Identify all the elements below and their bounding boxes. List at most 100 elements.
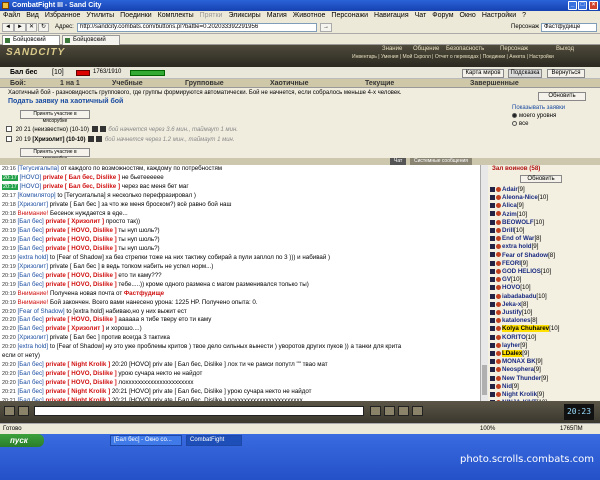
menu-item[interactable]: Магия — [267, 12, 287, 19]
private-icon[interactable] — [490, 260, 495, 266]
tab-chat[interactable]: Чат — [390, 158, 407, 165]
private-icon[interactable] — [490, 285, 495, 291]
menu-item[interactable]: Избранное — [45, 12, 80, 19]
player-item[interactable]: Azim[10] — [488, 211, 600, 219]
private-icon[interactable] — [490, 326, 495, 332]
address-input[interactable]: http://sandcity.combats.com/buttons.pl?b… — [77, 23, 317, 32]
settings-icon[interactable] — [412, 406, 423, 416]
chat-sender[interactable]: [Хризолит] — [18, 334, 48, 341]
private-icon[interactable] — [490, 244, 495, 250]
chat-time[interactable]: 20:20 — [2, 335, 16, 341]
chat-time[interactable]: 20:20 — [2, 371, 16, 377]
player-item[interactable]: iabadabadu[10] — [488, 293, 600, 301]
chat-private-tag[interactable]: private [ HOVO, Dislike ] — [44, 227, 117, 234]
player-name[interactable]: Kolya Chuharev — [502, 325, 550, 333]
player-item[interactable]: Kolya Chuharev[10] — [488, 325, 600, 333]
chat-sender[interactable]: [Бал бес] — [18, 316, 44, 323]
player-name[interactable]: Azim — [502, 211, 517, 218]
return-button[interactable]: Вернуться — [547, 69, 585, 78]
chat-time[interactable]: 20:19 — [2, 228, 16, 234]
player-item[interactable]: Adair[9] — [488, 186, 600, 194]
request-checkbox[interactable] — [6, 126, 12, 133]
player-name[interactable]: katalones — [502, 317, 531, 324]
menu-item[interactable]: Утилиты — [86, 12, 114, 19]
private-icon[interactable] — [490, 318, 495, 324]
player-name[interactable]: iabadabadu — [502, 293, 536, 300]
chat-sender[interactable]: [Бал бес] — [18, 236, 44, 243]
chat-time[interactable]: 20:21 — [2, 389, 16, 395]
chat-time[interactable]: 20:20 — [2, 317, 16, 323]
private-icon[interactable] — [490, 268, 495, 274]
chat-time[interactable]: 20:18 — [2, 211, 16, 217]
nav-character[interactable]: Персонаж — [500, 46, 528, 52]
tab-system-messages[interactable]: Системные сообщения — [410, 158, 472, 165]
chat-private-tag[interactable]: private [ Night Krolik ] — [44, 388, 111, 395]
chat-sender[interactable]: [Хризолит] — [18, 201, 48, 208]
menu-item[interactable]: Комплекты — [158, 12, 194, 19]
player-item[interactable]: Jeka-x[8] — [488, 301, 600, 309]
tab-group[interactable]: Групповые — [185, 79, 224, 88]
tab-current[interactable]: Текущие — [365, 79, 394, 88]
chat-sender[interactable]: [Бал бес] — [18, 379, 44, 386]
private-icon[interactable] — [490, 203, 495, 209]
chat-time[interactable]: 20:20 — [2, 380, 16, 386]
player-item[interactable]: GV[10] — [488, 276, 600, 284]
chat-time[interactable]: 20:19 — [2, 282, 16, 288]
chat-sender[interactable]: [Бал бес] — [18, 218, 44, 225]
chat-private-tag[interactable]: private [ HOVO, Dislike ] — [44, 281, 117, 288]
private-icon[interactable] — [490, 219, 495, 225]
nav-knowledge[interactable]: Знание — [382, 46, 402, 52]
chat-private-tag[interactable]: private [ HOVO, Dislike ] — [44, 236, 117, 243]
menu-item[interactable]: ? — [522, 12, 526, 19]
chat-private-tag[interactable]: private [ HOVO, Dislike ] — [44, 379, 117, 386]
world-map-button[interactable]: Карта миров — [462, 69, 504, 78]
chat-time[interactable]: 20:17 — [2, 174, 18, 181]
player-item[interactable]: layher[9] — [488, 342, 600, 350]
request-checkbox[interactable] — [6, 136, 12, 143]
chat-private-tag[interactable]: private [ HOVO, Dislike ] — [44, 316, 117, 323]
private-icon[interactable] — [490, 309, 495, 315]
private-icon[interactable] — [490, 252, 495, 258]
player-name[interactable]: Nid — [502, 383, 512, 390]
browser-tab-1[interactable]: Бойцовский клуб — [2, 35, 60, 52]
private-icon[interactable] — [490, 277, 495, 283]
refresh-browser-button[interactable]: ↻ — [38, 23, 50, 32]
chat-private-tag[interactable]: private [ Хризолит ] — [44, 325, 105, 332]
chat-time[interactable]: 20:19 — [2, 264, 16, 270]
player-name[interactable]: Alica — [502, 202, 517, 209]
menu-item[interactable]: Прятки — [200, 12, 223, 19]
join-chaos-button-bottom[interactable]: Принять участие в мясорубке — [20, 148, 90, 162]
nav-security[interactable]: Безопасность — [446, 46, 484, 52]
chat-time[interactable]: 20:18 — [2, 219, 16, 225]
player-item[interactable]: Justify[10] — [488, 309, 600, 317]
player-item[interactable]: New Thunder[9] — [488, 375, 600, 383]
chat-time[interactable]: 20:19 — [2, 255, 16, 261]
private-icon[interactable] — [490, 236, 495, 242]
refresh-players-button[interactable]: Обновить — [520, 175, 562, 183]
chat-sender[interactable]: [Бал бес] — [18, 361, 44, 368]
player-item[interactable]: LDalex[9] — [488, 350, 600, 358]
player-item[interactable]: GOD HELIOS[10] — [488, 268, 600, 276]
player-item[interactable]: Drill[10] — [488, 227, 600, 235]
player-item[interactable]: Alica[9] — [488, 202, 600, 210]
private-icon[interactable] — [490, 383, 495, 389]
private-icon[interactable] — [490, 367, 495, 373]
private-icon[interactable] — [490, 334, 495, 340]
player-name[interactable]: LDalex — [502, 350, 523, 358]
player-item[interactable]: MONAX BK[9] — [488, 358, 600, 366]
player-name[interactable]: extra hold — [502, 243, 532, 250]
translit-icon[interactable] — [18, 406, 29, 416]
player-name[interactable]: Night Krolik — [502, 391, 537, 398]
player-item[interactable]: Aleona-Nice[10] — [488, 194, 600, 202]
tab-1v1[interactable]: 1 на 1 — [60, 79, 80, 88]
chat-time[interactable]: 20:17 — [2, 183, 18, 190]
user-name[interactable]: Бал бес — [10, 69, 37, 76]
player-item[interactable]: katalones[8] — [488, 317, 600, 325]
player-name[interactable]: MONAX BK — [502, 358, 536, 365]
chat-sender[interactable]: [HOVO] — [20, 174, 42, 181]
browser-tab-2[interactable]: Бойцовский клуб — [62, 35, 120, 52]
chat-time[interactable]: 20:19 — [2, 300, 16, 306]
chat-time[interactable]: 20:17 — [2, 193, 16, 199]
menu-item[interactable]: Вид — [26, 12, 39, 19]
maximize-button[interactable]: □ — [578, 1, 587, 10]
